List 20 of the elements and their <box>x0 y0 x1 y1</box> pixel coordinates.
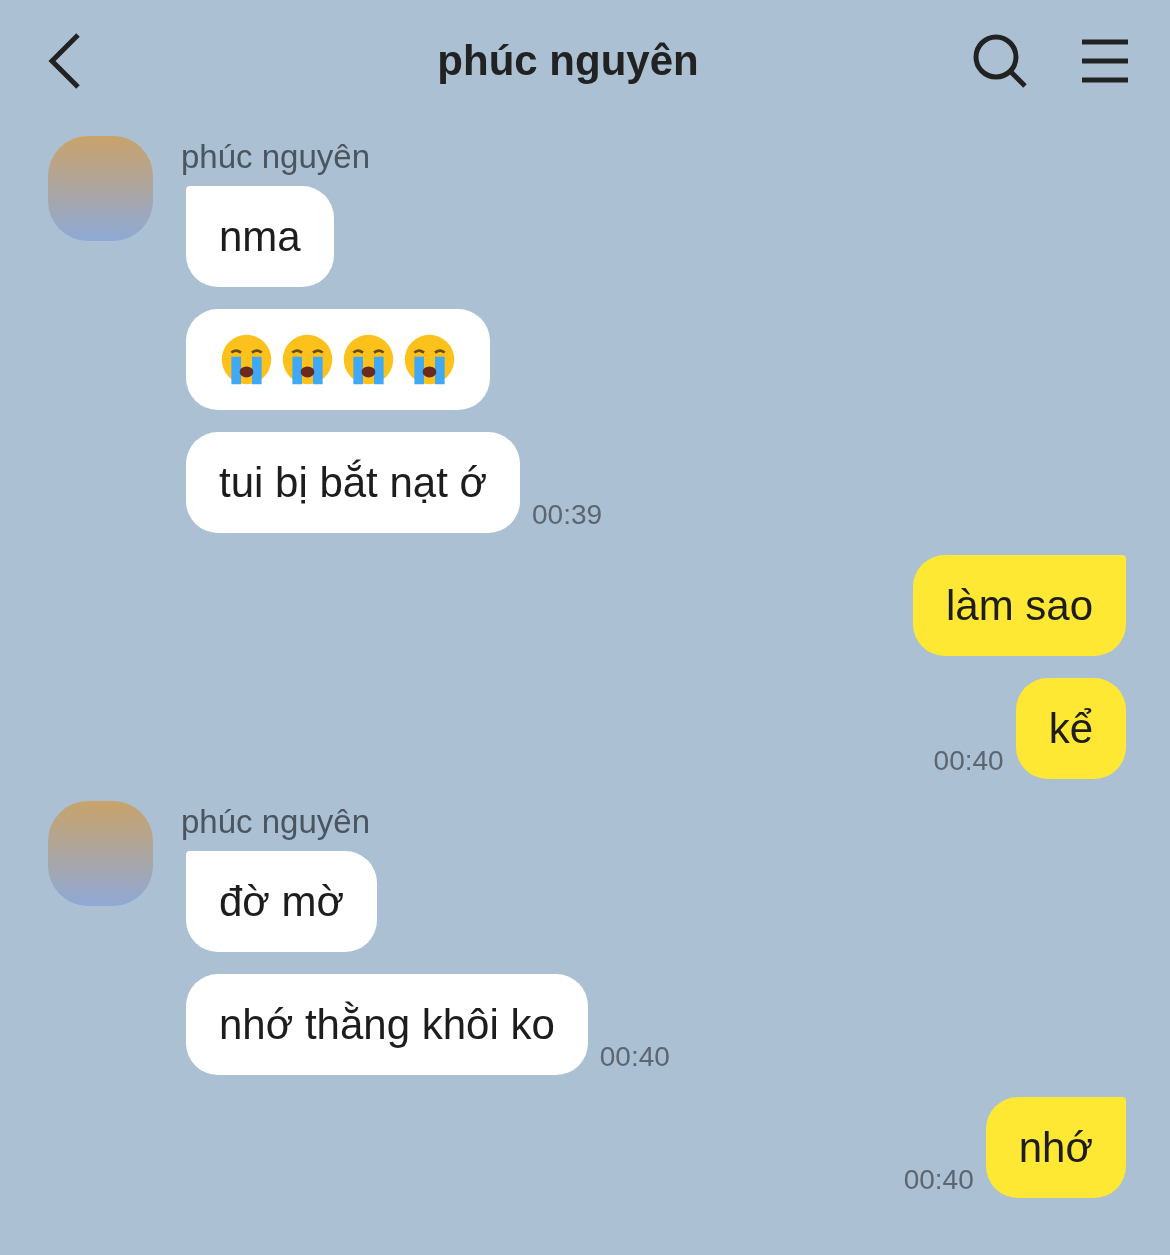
message-bubble: nma <box>186 186 334 287</box>
crying-face-icon <box>402 332 457 387</box>
crying-face-icon <box>219 332 274 387</box>
message-bubble: nhớ thằng khôi ko <box>186 974 588 1075</box>
message-bubble: đờ mờ <box>186 851 378 952</box>
message-bubble: làm sao <box>912 555 1126 656</box>
message-time: 00:40 <box>933 745 1004 777</box>
chat-title: phúc nguyên <box>436 37 700 85</box>
sender-name: phúc nguyên <box>181 138 370 176</box>
search-button[interactable] <box>972 33 1028 89</box>
message-time: 00:39 <box>532 499 603 531</box>
crying-face-icon <box>341 332 396 387</box>
message-time: 00:40 <box>599 1041 670 1073</box>
message-time: 00:40 <box>903 1164 974 1196</box>
message-bubble: kể <box>1015 678 1126 779</box>
sender-name: phúc nguyên <box>181 803 370 841</box>
crying-face-icon <box>280 332 335 387</box>
menu-button[interactable] <box>1080 39 1130 83</box>
message-bubble: tui bị bắt nạt ớ <box>186 432 521 533</box>
message-bubble: nhớ <box>985 1097 1126 1198</box>
